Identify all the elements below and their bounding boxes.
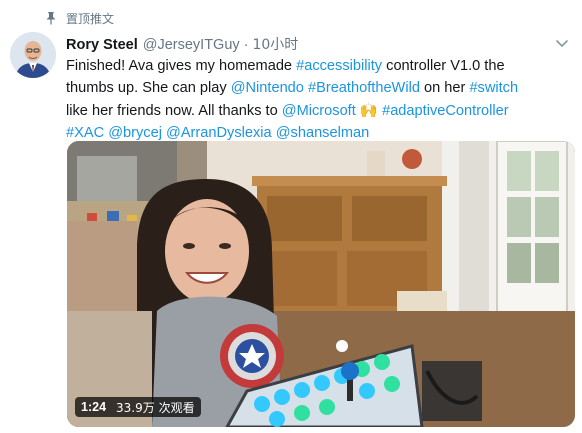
tweet-text-line: Finished! Ava gives my homemade #accessi… (66, 55, 576, 77)
video-duration: 1:24 (81, 400, 107, 414)
video-thumbnail (67, 141, 575, 427)
mention-link[interactable]: @Microsoft (282, 103, 356, 119)
author-handle[interactable]: @JerseyITGuy (143, 37, 240, 53)
tweet-text-line: like her friends now. All thanks to @Mic… (66, 100, 576, 122)
author-name[interactable]: Rory Steel (66, 37, 138, 53)
tweet-text-segment: controller V1.0 the (382, 58, 505, 74)
hashtag-link[interactable]: #XAC (66, 125, 104, 141)
hashtag-link[interactable]: #accessibility (296, 58, 382, 74)
video-view-count: 33.9万 次观看 (116, 400, 195, 415)
tweet-text-segment: Finished! Ava gives my homemade (66, 58, 297, 74)
hashtag-link[interactable]: #adaptiveController (382, 103, 509, 119)
pinned-label: 置顶推文 (66, 11, 115, 26)
tweet-video[interactable]: 1:24 33.9万 次观看 (67, 141, 575, 427)
mention-link[interactable]: @Nintendo (231, 80, 304, 96)
tweet-text-segment: on her (419, 80, 470, 97)
chevron-down-icon[interactable] (554, 35, 570, 51)
pin-icon (44, 11, 58, 25)
mention-link[interactable]: @ArranDyslexia (166, 125, 272, 141)
tweet-text-segment: thumbs up. She can play (66, 80, 231, 97)
tweet-timestamp[interactable]: 10小时 (252, 34, 298, 54)
mention-link[interactable]: @brycej (108, 125, 162, 141)
tweet-text: Finished! Ava gives my homemade #accessi… (66, 55, 576, 145)
hashtag-link[interactable]: #BreathoftheWild (308, 80, 420, 96)
tweet-text-segment: like her friends now. All thanks to (66, 102, 282, 119)
header-separator: · (243, 37, 249, 53)
tweet-header: Rory Steel @JerseyITGuy · 10小时 (66, 34, 298, 54)
mention-link[interactable]: @shanselman (276, 125, 370, 141)
author-avatar[interactable] (10, 32, 56, 78)
pinned-tweet-indicator: 置顶推文 (44, 9, 114, 27)
video-info-overlay: 1:24 33.9万 次观看 (75, 397, 201, 417)
tweet-text-segment: 🙌 (355, 102, 383, 119)
hashtag-link[interactable]: #switch (469, 80, 518, 96)
tweet-text-line: thumbs up. She can play @Nintendo #Breat… (66, 77, 576, 99)
